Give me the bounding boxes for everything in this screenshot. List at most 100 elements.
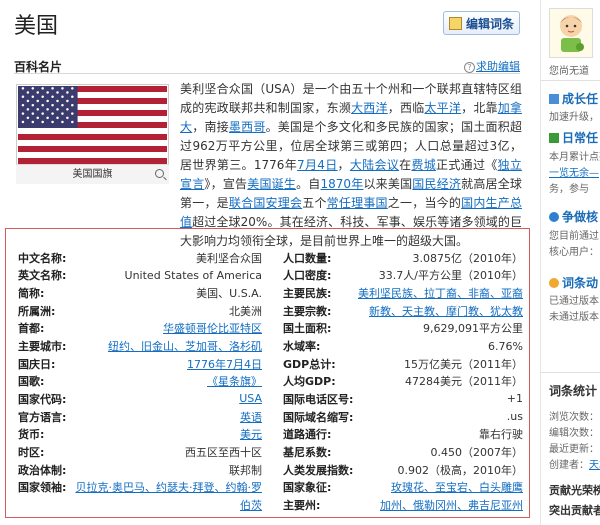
edit-entry-button[interactable]: 编辑词条	[443, 11, 520, 35]
compete-heading[interactable]: 争做核	[549, 208, 598, 225]
flag-star	[21, 120, 25, 124]
intro-link[interactable]: 7月4日	[297, 158, 338, 172]
info-row: 国际域名缩写: .us	[283, 408, 523, 426]
flag-star	[21, 95, 25, 99]
info-key: 简称:	[18, 287, 45, 301]
info-value-link[interactable]: 1776年7月4日	[187, 356, 262, 372]
info-row: 人口密度: 33.7人/平方公里（2010年）	[283, 267, 523, 285]
intro-text: 在	[399, 158, 412, 172]
help-edit-link[interactable]: ? 求助编辑	[464, 58, 520, 74]
edit-entry-label: 编辑词条	[465, 16, 514, 31]
flag-star	[71, 120, 74, 124]
stats-creator: 创建者：天才	[549, 460, 600, 471]
info-row: 国际电话区号: +1	[283, 390, 523, 408]
intro-link[interactable]: 费城	[411, 158, 436, 172]
flag-star	[71, 87, 74, 90]
intro-link[interactable]: 常任理事国	[327, 196, 388, 210]
flag-star	[31, 112, 35, 115]
info-value-link[interactable]: 《星条旗》	[207, 373, 262, 389]
growth-icon	[549, 94, 559, 104]
entry-dynamic-heading[interactable]: 词条动	[549, 274, 598, 291]
info-value: United States of America	[124, 268, 262, 282]
flag-star	[46, 99, 49, 103]
intro-link[interactable]: 大陆会议	[350, 158, 399, 172]
intro-text: 五个	[302, 196, 327, 210]
info-value-link[interactable]: 英语	[240, 409, 262, 425]
info-value: 美国、U.S.A.	[196, 287, 262, 301]
flag-star	[51, 87, 54, 90]
info-row: 官方语言: 英语	[18, 408, 262, 426]
info-value-link[interactable]: 贝拉克·奥巴马、约瑟夫·拜登、约翰·罗	[76, 479, 263, 495]
intro-text: ，南接	[192, 120, 229, 134]
flag-caption: 美国国旗	[16, 164, 169, 184]
intro-link[interactable]: 太平洋	[424, 101, 461, 115]
dynamic-icon	[549, 278, 559, 288]
intro-link[interactable]: 大西洋	[351, 101, 388, 115]
flag-star	[61, 95, 64, 99]
stats-edits: 编辑次数：	[549, 428, 599, 439]
info-value: 15万亿美元（2011年）	[404, 357, 523, 371]
info-key: 人口数量:	[283, 251, 332, 265]
info-row: 时区: 西五区至西十区	[18, 443, 262, 461]
info-key: 中文名称:	[18, 251, 67, 265]
stats-updated: 最近更新：	[549, 444, 599, 455]
info-value-link[interactable]: 美利坚民族、拉丁裔、非裔、亚裔	[358, 285, 523, 301]
daily-task-link[interactable]: 一览无余—	[549, 164, 599, 179]
info-value-link[interactable]: 美元	[240, 426, 262, 442]
flag-star	[51, 120, 54, 124]
info-key: 英文名称:	[18, 269, 67, 283]
edit-icon	[448, 16, 462, 30]
flag-star	[66, 116, 69, 120]
info-key: 国家领袖:	[18, 481, 67, 495]
intro-link[interactable]: 墨西哥	[229, 120, 266, 134]
info-key: 人均GDP:	[283, 375, 336, 389]
intro-text: 以来美国	[363, 177, 413, 191]
sidebar-divider-2	[541, 372, 600, 373]
flag-star	[21, 87, 25, 90]
info-value: 联邦制	[229, 463, 262, 477]
intro-link[interactable]: 国民经济	[412, 177, 461, 191]
info-value-link[interactable]: 新教、天主教、摩门教、犹太教	[369, 303, 523, 319]
flag-star	[41, 95, 44, 99]
stats-heading: 词条统计	[549, 384, 598, 398]
info-row: 首都: 华盛顿哥伦比亚特区	[18, 320, 262, 338]
daily-task-heading[interactable]: 日常任	[549, 129, 598, 146]
flag-star	[71, 103, 74, 107]
growth-task-text: 加速升级，	[549, 112, 599, 123]
info-row: 简称: 美国、U.S.A.	[18, 284, 262, 302]
info-key: 国庆日:	[18, 357, 56, 371]
flag-star	[41, 120, 44, 124]
intro-link[interactable]: 1870年	[321, 177, 364, 191]
flag-star	[66, 91, 69, 94]
flag-star	[56, 91, 59, 94]
intro-text: ，	[337, 158, 350, 172]
info-value-link[interactable]: 纽约、旧金山、芝加哥、洛杉矶	[108, 338, 262, 354]
compete-text-2: 核心用户：	[549, 247, 599, 258]
info-key: 国家代码:	[18, 392, 67, 406]
info-key: 主要宗教:	[283, 304, 332, 318]
info-key: 首都:	[18, 322, 45, 336]
flag-star	[46, 91, 49, 94]
info-key: 货币:	[18, 428, 45, 442]
info-column-right: 人口数量: 3.0875亿（2010年） 人口密度: 33.7人/平方公里（2010年…	[283, 249, 523, 514]
zoom-icon[interactable]	[155, 169, 164, 178]
intro-link[interactable]: 联合国安理会	[229, 196, 302, 210]
flag-star	[61, 112, 64, 115]
info-key: 基尼系数:	[283, 445, 332, 459]
info-row: 道路通行: 靠右行驶	[283, 425, 523, 443]
growth-task-heading[interactable]: 成长任	[549, 90, 598, 107]
user-avatar	[549, 8, 593, 58]
info-value-link[interactable]: USA	[239, 392, 262, 405]
info-value-link[interactable]: 玫瑰花、至宝宕、白头雕鹰	[391, 479, 523, 495]
info-value-link[interactable]: 伯茨	[240, 497, 262, 513]
flag-star	[26, 116, 30, 120]
user-status-text: 您尚无道	[549, 66, 589, 77]
info-value-link[interactable]: 加州、俄勒冈州、弗吉尼亚州	[380, 497, 523, 513]
intro-link[interactable]: 美国诞生	[247, 177, 296, 191]
flag-star	[31, 95, 35, 99]
info-value-link[interactable]: 华盛顿哥伦比亚特区	[163, 320, 262, 336]
info-row: 主要城市: 纽约、旧金山、芝加哥、洛杉矶	[18, 337, 262, 355]
info-key: 国际域名缩写:	[283, 410, 354, 424]
info-column-left: 中文名称: 美利坚合众国英文名称: United States of America…	[18, 249, 262, 514]
info-row: 中文名称: 美利坚合众国	[18, 249, 262, 267]
